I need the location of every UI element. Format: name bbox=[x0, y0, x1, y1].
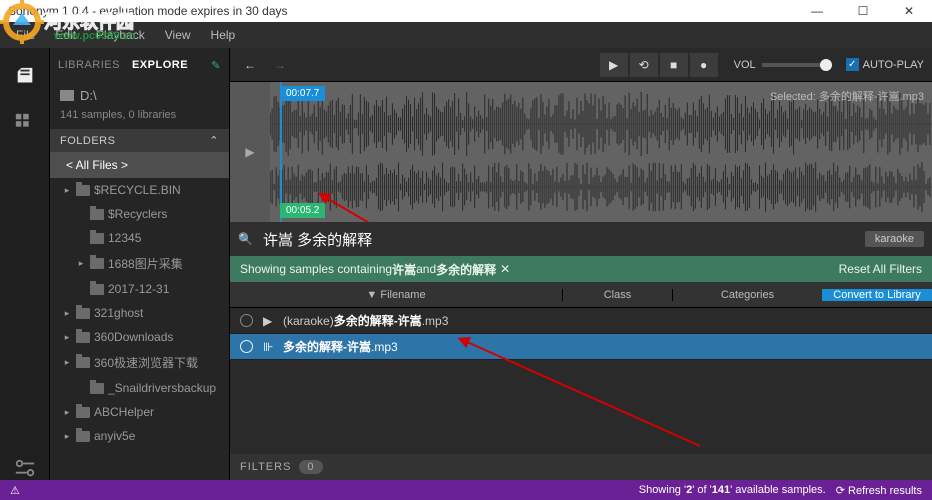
menubar: File Edit Playback View Help bbox=[0, 22, 932, 48]
tab-explore[interactable]: EXPLORE bbox=[132, 59, 188, 71]
folder-item[interactable]: ▸1688图片采集 bbox=[50, 250, 229, 277]
all-files-item[interactable]: < All Files > bbox=[50, 152, 229, 178]
loop-button[interactable]: ⟲ bbox=[630, 53, 658, 77]
drive-row[interactable]: D:\ bbox=[50, 82, 229, 109]
refresh-results-button[interactable]: ⟳ Refresh results bbox=[836, 484, 922, 497]
selected-sample-label: Selected: 多余的解释-许嵩.mp3 bbox=[770, 88, 924, 104]
status-message: Showing '2' of '141' available samples. bbox=[639, 484, 826, 496]
menu-playback[interactable]: Playback bbox=[88, 28, 153, 42]
warning-icon[interactable]: ⚠ bbox=[10, 484, 20, 497]
sidebar: LIBRARIES EXPLORE ✎ D:\ 141 samples, 0 l… bbox=[50, 48, 230, 480]
autoplay-checkbox[interactable]: ✓ bbox=[846, 58, 859, 71]
refresh-icon: ⟳ bbox=[836, 485, 845, 497]
record-button[interactable]: ● bbox=[690, 53, 718, 77]
menu-file[interactable]: File bbox=[8, 28, 43, 42]
maximize-button[interactable]: ☐ bbox=[840, 0, 886, 22]
convert-to-library-button[interactable]: Convert to Library bbox=[822, 289, 932, 301]
tab-libraries[interactable]: LIBRARIES bbox=[58, 59, 120, 71]
folder-item[interactable]: ▸$RECYCLE.BIN bbox=[50, 178, 229, 202]
column-headers: ▼ Filename Class Categories Convert to L… bbox=[230, 282, 932, 308]
chevron-up-icon: ⌃ bbox=[209, 134, 219, 147]
search-tag[interactable]: karaoke bbox=[865, 231, 924, 247]
folder-item[interactable]: 12345 bbox=[50, 226, 229, 250]
time-marker-top[interactable]: 00:07.7 bbox=[280, 86, 325, 101]
waveform-side-handle[interactable]: ▶ bbox=[230, 82, 270, 222]
top-toolbar: ← → ▶ ⟲ ■ ● VOL ✓ AUTO-PLAY bbox=[230, 48, 932, 82]
wand-icon[interactable]: ✎ bbox=[211, 59, 221, 72]
folder-item[interactable]: ▸anyiv5e bbox=[50, 424, 229, 448]
close-button[interactable]: ✕ bbox=[886, 0, 932, 22]
statusbar: ⚠ Showing '2' of '141' available samples… bbox=[0, 480, 932, 500]
left-icon-strip bbox=[0, 48, 50, 480]
menu-view[interactable]: View bbox=[157, 28, 199, 42]
results-list: ▶(karaoke)多余的解释-许嵩.mp3⊪多余的解释-许嵩.mp3 bbox=[230, 308, 932, 454]
col-class[interactable]: Class bbox=[562, 289, 672, 301]
folder-item[interactable]: ▸360极速浏览器下载 bbox=[50, 349, 229, 376]
filters-footer[interactable]: FILTERS 0 bbox=[230, 454, 932, 480]
search-icon[interactable]: 🔍 bbox=[238, 232, 253, 246]
menu-help[interactable]: Help bbox=[203, 28, 244, 42]
result-row[interactable]: ▶(karaoke)多余的解释-许嵩.mp3 bbox=[230, 308, 932, 334]
minimize-button[interactable]: — bbox=[794, 0, 840, 22]
folder-item[interactable]: 2017-12-31 bbox=[50, 277, 229, 301]
grid-icon[interactable] bbox=[14, 112, 36, 134]
col-filename[interactable]: ▼ Filename bbox=[230, 289, 562, 301]
play-button[interactable]: ▶ bbox=[600, 53, 628, 77]
waveform-area[interactable]: ▶ 00:07.7 00:05.2 Selected: 多余的解释-许嵩.mp3 bbox=[230, 82, 932, 222]
stop-button[interactable]: ■ bbox=[660, 53, 688, 77]
col-categories[interactable]: Categories bbox=[672, 289, 822, 301]
filters-count-badge: 0 bbox=[299, 460, 322, 474]
menu-edit[interactable]: Edit bbox=[47, 28, 84, 42]
folder-item[interactable]: ▸360Downloads bbox=[50, 325, 229, 349]
folder-item[interactable]: ▸ABCHelper bbox=[50, 400, 229, 424]
search-row: 🔍 许嵩 多余的解释 karaoke bbox=[230, 222, 932, 256]
search-input[interactable]: 许嵩 多余的解释 bbox=[263, 229, 372, 250]
vol-label: VOL bbox=[734, 59, 756, 71]
nav-back-button[interactable]: ← bbox=[238, 53, 262, 77]
window-title: Sononym 1.0.4 - evaluation mode expires … bbox=[8, 4, 794, 18]
folder-item[interactable]: _Snaildriversbackup bbox=[50, 376, 229, 400]
settings-icon[interactable] bbox=[14, 458, 36, 480]
folder-item[interactable]: $Recyclers bbox=[50, 202, 229, 226]
time-marker-bottom[interactable]: 00:05.2 bbox=[280, 203, 325, 218]
folder-item[interactable]: ▸321ghost bbox=[50, 301, 229, 325]
content-area: ← → ▶ ⟲ ■ ● VOL ✓ AUTO-PLAY ▶ bbox=[230, 48, 932, 480]
autoplay-label: AUTO-PLAY bbox=[863, 59, 924, 71]
folder-icon bbox=[60, 90, 74, 101]
folder-tree: ▸$RECYCLE.BIN$Recyclers12345▸1688图片采集201… bbox=[50, 178, 229, 480]
library-icon[interactable] bbox=[14, 66, 36, 88]
drive-info: 141 samples, 0 libraries bbox=[50, 109, 229, 129]
annotation-arrow-icon bbox=[320, 192, 520, 222]
nav-forward-button[interactable]: → bbox=[268, 53, 292, 77]
filter-info-bar: Showing samples containing 许嵩 and 多余的解释 … bbox=[230, 256, 932, 282]
window-titlebar: Sononym 1.0.4 - evaluation mode expires … bbox=[0, 0, 932, 22]
volume-slider[interactable] bbox=[762, 63, 832, 67]
reset-filters-button[interactable]: Reset All Filters bbox=[839, 262, 922, 276]
annotation-arrow-icon bbox=[460, 336, 700, 456]
drive-label: D:\ bbox=[80, 88, 97, 103]
folders-header[interactable]: FOLDERS ⌃ bbox=[50, 129, 229, 152]
clear-filter-icon[interactable]: ✕ bbox=[500, 262, 510, 276]
